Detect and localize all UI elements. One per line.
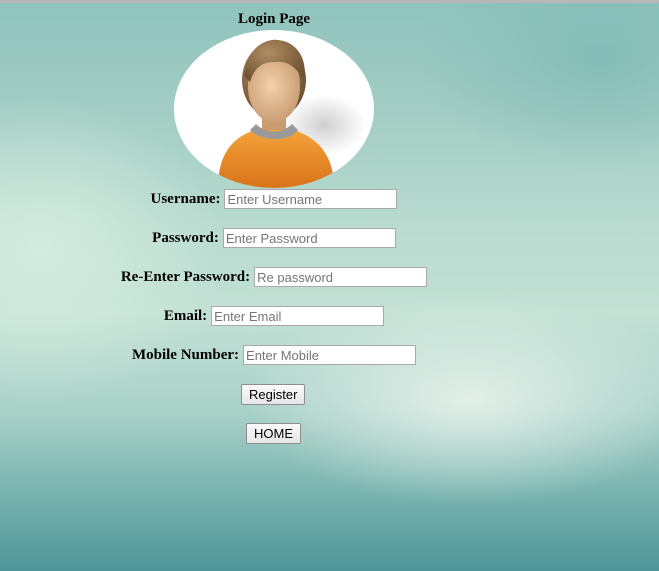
user-avatar-icon [218, 39, 366, 188]
mobile-label: Mobile Number: [131, 346, 240, 363]
home-button[interactable]: HOME [246, 423, 301, 444]
email-input[interactable] [211, 306, 385, 326]
repassword-row: Re-Enter Password: [0, 266, 548, 288]
email-row: Email: [0, 305, 548, 327]
mobile-row: Mobile Number: [0, 344, 548, 366]
password-input[interactable] [222, 228, 396, 248]
page-title: Login Page [237, 11, 311, 27]
username-label: Username: [150, 190, 221, 207]
username-row: Username: [0, 188, 548, 210]
repassword-label: Re-Enter Password: [120, 268, 251, 285]
avatar [174, 30, 374, 188]
repassword-input[interactable] [254, 267, 428, 287]
window-top-border [0, 0, 659, 3]
username-input[interactable] [224, 189, 398, 209]
register-button[interactable]: Register [241, 384, 306, 405]
password-row: Password: [0, 227, 548, 249]
email-label: Email: [163, 307, 208, 324]
mobile-input[interactable] [243, 345, 417, 365]
password-label: Password: [152, 229, 219, 246]
